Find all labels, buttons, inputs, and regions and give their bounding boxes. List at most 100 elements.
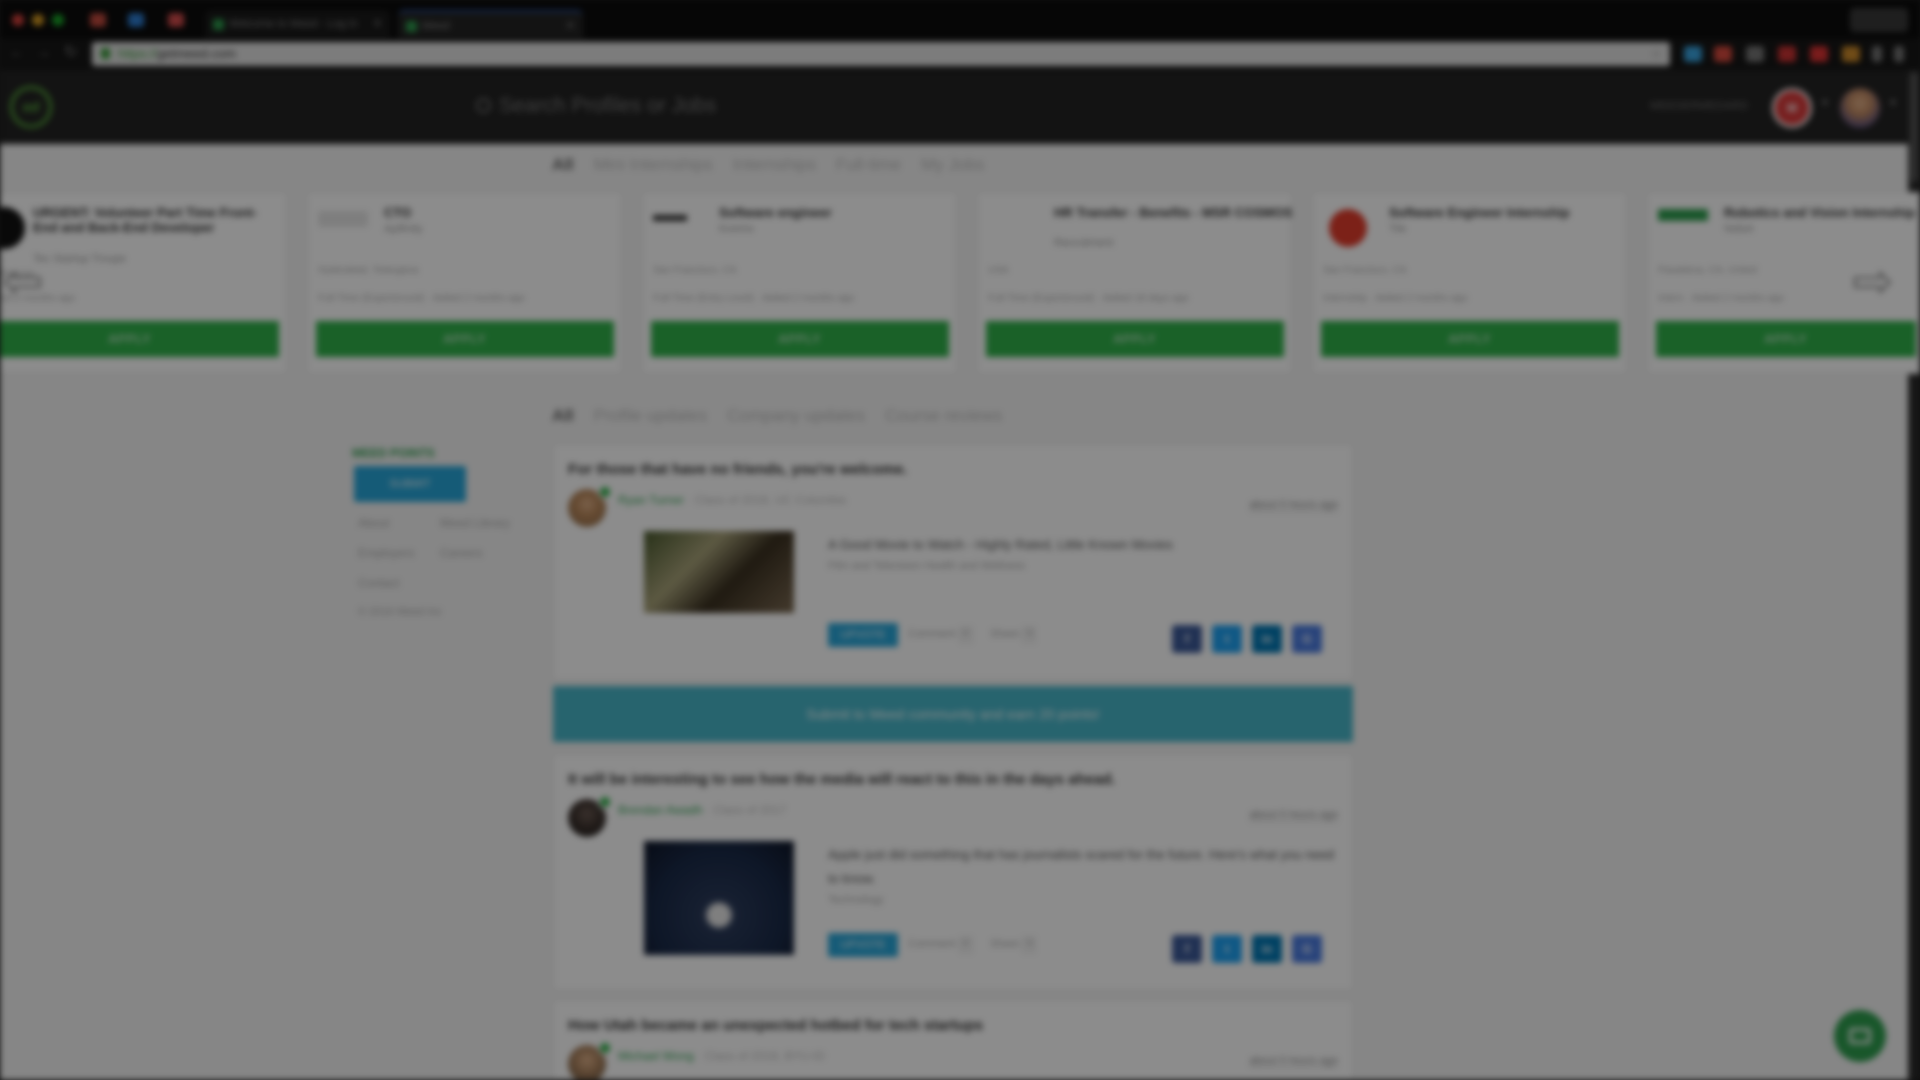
tab-my-jobs[interactable]: My Jobs bbox=[921, 155, 984, 174]
job-title[interactable]: Software engineer bbox=[719, 205, 959, 220]
pinned-tab-icon[interactable] bbox=[168, 13, 184, 27]
author-name[interactable]: Michael Wong bbox=[618, 1049, 694, 1063]
tab-profile-updates[interactable]: Profile updates bbox=[594, 406, 707, 425]
facebook-icon[interactable]: f bbox=[1172, 935, 1202, 963]
chevron-down-icon[interactable]: ▼ bbox=[1820, 98, 1830, 109]
apply-button[interactable]: APPLY bbox=[316, 321, 614, 357]
meed-points-label[interactable]: MEEDERMEDARD bbox=[1650, 100, 1748, 112]
link-source: Film and Television Health and Wellness bbox=[828, 560, 1026, 572]
apply-button[interactable]: APPLY bbox=[651, 321, 949, 357]
apply-button[interactable]: APPLY bbox=[986, 321, 1284, 357]
inbox-chat-button[interactable] bbox=[1834, 1010, 1886, 1062]
upvote-button[interactable]: UPVOTE bbox=[828, 933, 898, 957]
job-location: USA bbox=[988, 265, 1009, 276]
link-thumbnail[interactable] bbox=[644, 531, 794, 613]
comment-count[interactable]: Comment 0 bbox=[908, 937, 972, 953]
submit-button[interactable]: SUBMIT bbox=[354, 466, 466, 502]
menu-icon[interactable] bbox=[1894, 46, 1904, 62]
reload-icon[interactable]: ↻ bbox=[60, 42, 82, 64]
tab-internships[interactable]: Internships bbox=[733, 155, 816, 174]
company-logo bbox=[1658, 209, 1708, 221]
job-title[interactable]: Robotics and Vision Internship bbox=[1724, 205, 1920, 220]
tab-mini-internships[interactable]: Mini Internships bbox=[594, 155, 713, 174]
footer-link-library[interactable]: Meed Library bbox=[440, 516, 510, 530]
job-title[interactable]: Software Engineer Internship bbox=[1389, 205, 1629, 220]
points-badge[interactable]: M bbox=[1772, 88, 1812, 128]
upvote-button[interactable]: UPVOTE bbox=[828, 623, 898, 647]
author-name[interactable]: Brendan Awadh bbox=[618, 803, 703, 817]
carousel-next-icon[interactable]: ⇨ bbox=[1852, 256, 1894, 306]
tab-course-reviews[interactable]: Course reviews bbox=[885, 406, 1002, 425]
apply-button[interactable]: APPLY bbox=[0, 321, 279, 357]
twitter-icon[interactable]: t bbox=[1212, 625, 1242, 653]
extension-icon[interactable] bbox=[1872, 46, 1882, 62]
linkedin-icon[interactable]: in bbox=[1252, 935, 1282, 963]
comment-label: Comment bbox=[908, 938, 956, 950]
mail-extension-icon[interactable] bbox=[1714, 46, 1732, 62]
link-thumbnail[interactable] bbox=[644, 841, 794, 955]
share-number: 0 bbox=[1023, 937, 1036, 953]
search-input[interactable]: Search Profiles or Jobs bbox=[476, 94, 716, 118]
job-title[interactable]: CTO bbox=[384, 205, 624, 220]
extension-icon[interactable] bbox=[1810, 46, 1828, 62]
user-avatar[interactable] bbox=[1840, 88, 1880, 128]
footer-link-careers[interactable]: Careers bbox=[440, 546, 483, 560]
submit-promo-banner[interactable]: Submit to Meed community and earn 20 poi… bbox=[553, 686, 1353, 742]
tab-company-updates[interactable]: Company updates bbox=[727, 406, 865, 425]
footer-link-contact[interactable]: Contact bbox=[358, 576, 399, 590]
minimize-window-icon[interactable] bbox=[32, 14, 44, 26]
browser-profile-button[interactable] bbox=[1850, 8, 1908, 32]
close-tab-icon[interactable]: ✕ bbox=[373, 10, 382, 38]
tab-all-updates[interactable]: All bbox=[552, 406, 574, 425]
post-title[interactable]: It will be interesting to see how the me… bbox=[568, 771, 1116, 788]
scrollbar-thumb[interactable] bbox=[1910, 72, 1918, 182]
link-title[interactable]: A Good Movie to Watch - Highly Rated, Li… bbox=[828, 533, 1338, 557]
post-title[interactable]: How Utah became an unexpected hotbed for… bbox=[568, 1017, 983, 1034]
address-bar[interactable]: https://getmeed.com ☆ bbox=[92, 42, 1670, 66]
back-icon[interactable]: ← bbox=[6, 42, 28, 64]
link-title[interactable]: Apple just did something that has journa… bbox=[828, 843, 1338, 891]
pinned-tab-icon[interactable] bbox=[90, 13, 106, 27]
tab-full-time[interactable]: Full-time bbox=[836, 155, 901, 174]
share-count[interactable]: Share 0 bbox=[990, 937, 1036, 953]
post-time: about 5 hours ago bbox=[1249, 809, 1338, 822]
job-card[interactable]: Software Engineer Internship Tile San Fr… bbox=[1312, 192, 1627, 374]
comment-count[interactable]: Comment 0 bbox=[908, 627, 972, 643]
footer-link-about[interactable]: About bbox=[358, 516, 389, 530]
pinned-tab-icon[interactable] bbox=[128, 13, 144, 27]
close-tab-icon[interactable]: ✕ bbox=[566, 12, 575, 38]
apply-button[interactable]: APPLY bbox=[1656, 321, 1916, 357]
footer-link-employers[interactable]: Employers bbox=[358, 546, 415, 560]
google-plus-icon[interactable]: G bbox=[1292, 935, 1322, 963]
tab-all-jobs[interactable]: All bbox=[552, 155, 574, 174]
feed-filter-tabs: All Profile updates Company updates Course … bbox=[552, 406, 1022, 426]
job-card[interactable]: Software engineer Koomo San Francisco, C… bbox=[642, 192, 957, 374]
share-count[interactable]: Share 0 bbox=[990, 627, 1036, 643]
shield-extension-icon[interactable] bbox=[1746, 46, 1764, 62]
twitter-icon[interactable]: t bbox=[1212, 935, 1242, 963]
linkedin-icon[interactable]: in bbox=[1252, 625, 1282, 653]
meed-logo[interactable]: mf bbox=[10, 86, 52, 128]
browser-tab-active[interactable]: Meed ✕ bbox=[398, 10, 583, 38]
extension-icon[interactable] bbox=[1842, 46, 1860, 62]
job-title[interactable]: HR Transfer - Benefits - MSR COSMOS bbox=[1054, 205, 1294, 220]
browser-tab[interactable]: Welcome to Meed - Log In ✕ bbox=[205, 10, 390, 38]
bookmark-star-icon[interactable]: ☆ bbox=[1650, 42, 1662, 66]
job-card[interactable]: CTO Apifinity Hyderabad, Telangana Full-… bbox=[307, 192, 622, 374]
job-card[interactable]: HR Transfer - Benefits - MSR COSMOS Recr… bbox=[977, 192, 1292, 374]
google-plus-icon[interactable]: G bbox=[1292, 625, 1322, 653]
apply-button[interactable]: APPLY bbox=[1321, 321, 1619, 357]
job-title[interactable]: URGENT: Volunteer Part Time Front-End an… bbox=[33, 205, 273, 235]
pocket-extension-icon[interactable] bbox=[1778, 46, 1796, 62]
forward-icon[interactable]: → bbox=[32, 42, 54, 64]
post-title[interactable]: For those that have no friends, you're w… bbox=[568, 461, 907, 478]
search-icon bbox=[476, 98, 491, 113]
close-window-icon[interactable] bbox=[12, 14, 24, 26]
maximize-window-icon[interactable] bbox=[52, 14, 64, 26]
facebook-icon[interactable]: f bbox=[1172, 625, 1202, 653]
chevron-down-icon[interactable]: ▼ bbox=[1888, 98, 1898, 109]
chat-extension-icon[interactable] bbox=[1684, 46, 1702, 62]
author-name[interactable]: Ryan Turner bbox=[618, 493, 684, 507]
browser-toolbar: ← → ↻ https://getmeed.com ☆ bbox=[0, 38, 1920, 70]
carousel-prev-icon[interactable]: ⇦ bbox=[2, 256, 44, 306]
